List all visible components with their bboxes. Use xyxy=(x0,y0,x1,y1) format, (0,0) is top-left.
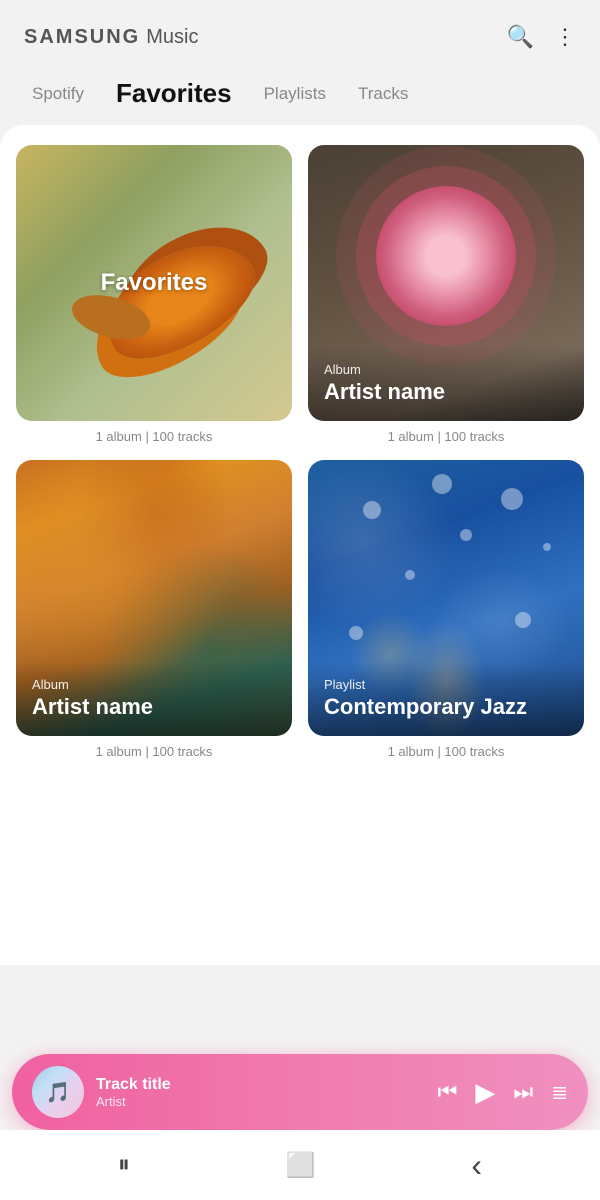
card-title: Artist name xyxy=(324,379,568,405)
card-title-overlay: Favorites xyxy=(16,145,292,421)
list-item[interactable]: Album Artist name 1 album | 100 tracks xyxy=(308,145,584,444)
queue-button[interactable]: ≣ xyxy=(551,1080,568,1105)
recents-button[interactable]: ⏸ xyxy=(118,1151,130,1179)
search-icon[interactable]: 🔍 xyxy=(507,24,534,50)
next-button[interactable]: ⏭ xyxy=(513,1079,533,1105)
play-pause-button[interactable]: ▶ xyxy=(475,1077,495,1108)
card-thumbnail: Album Artist name xyxy=(16,460,292,736)
bottom-navigation: ⏸ ⬜ ‹ xyxy=(0,1130,600,1200)
tab-favorites[interactable]: Favorites xyxy=(100,66,248,121)
card-label: Album xyxy=(32,677,276,692)
card-overlay: Album Artist name xyxy=(308,346,584,421)
header-actions: 🔍 ⋮ xyxy=(507,24,576,50)
home-button[interactable]: ⬜ xyxy=(286,1151,316,1180)
playback-controls: ⏮ ▶ ⏭ ≣ xyxy=(438,1077,568,1108)
brand-name: SAMSUNG xyxy=(24,26,140,49)
list-item[interactable]: Favorites 1 album | 100 tracks xyxy=(16,145,292,444)
back-button[interactable]: ‹ xyxy=(471,1147,482,1184)
track-thumbnail: 🎵 xyxy=(32,1066,84,1118)
app-subtitle: Music xyxy=(146,26,198,49)
track-title: Track title xyxy=(96,1076,426,1094)
more-options-icon[interactable]: ⋮ xyxy=(554,24,576,50)
app-logo: SAMSUNG Music xyxy=(24,26,198,49)
list-item[interactable]: Playlist Contemporary Jazz 1 album | 100… xyxy=(308,460,584,759)
card-label: Album xyxy=(324,362,568,377)
now-playing-bar[interactable]: 🎵 Track title Artist ⏮ ▶ ⏭ ≣ xyxy=(12,1054,588,1130)
content-area: Favorites 1 album | 100 tracks Album Art… xyxy=(0,125,600,965)
track-info: Track title Artist xyxy=(96,1076,426,1109)
card-meta: 1 album | 100 tracks xyxy=(308,429,584,444)
card-thumbnail: Favorites xyxy=(16,145,292,421)
card-thumbnail: Playlist Contemporary Jazz xyxy=(308,460,584,736)
card-overlay: Album Artist name xyxy=(16,661,292,736)
card-label: Playlist xyxy=(324,677,568,692)
card-title: Favorites xyxy=(101,269,208,297)
card-meta: 1 album | 100 tracks xyxy=(16,744,292,759)
card-meta: 1 album | 100 tracks xyxy=(308,744,584,759)
card-meta: 1 album | 100 tracks xyxy=(16,429,292,444)
tab-bar: Spotify Favorites Playlists Tracks xyxy=(0,66,600,121)
thumb-emoji: 🎵 xyxy=(46,1080,71,1105)
favorites-grid: Favorites 1 album | 100 tracks Album Art… xyxy=(16,145,584,759)
card-thumbnail: Album Artist name xyxy=(308,145,584,421)
track-artist: Artist xyxy=(96,1094,426,1109)
previous-button[interactable]: ⏮ xyxy=(438,1079,458,1105)
card-title: Contemporary Jazz xyxy=(324,694,568,720)
list-item[interactable]: Album Artist name 1 album | 100 tracks xyxy=(16,460,292,759)
tab-tracks[interactable]: Tracks xyxy=(342,72,424,116)
header: SAMSUNG Music 🔍 ⋮ xyxy=(0,0,600,66)
tab-spotify[interactable]: Spotify xyxy=(16,72,100,116)
tab-playlists[interactable]: Playlists xyxy=(248,72,342,116)
card-overlay: Playlist Contemporary Jazz xyxy=(308,661,584,736)
card-title: Artist name xyxy=(32,694,276,720)
